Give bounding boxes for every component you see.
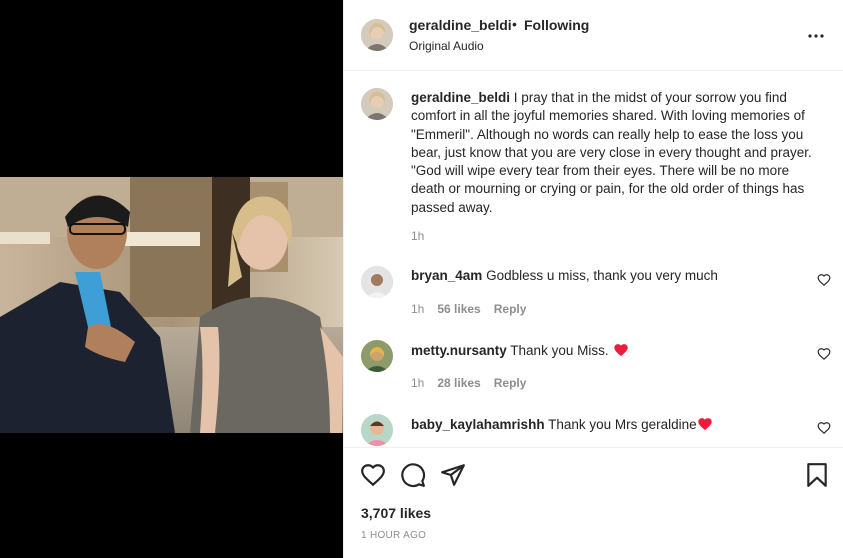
reply-button[interactable]: Reply: [494, 302, 527, 316]
separator-dot: •: [512, 16, 517, 32]
heart-outline-icon[interactable]: [817, 347, 831, 361]
post-details-pane: geraldine_beldi • Following Original Aud…: [343, 0, 843, 558]
comment-text: Godbless u miss, thank you very much: [486, 268, 718, 283]
heart-outline-icon[interactable]: [817, 273, 831, 287]
post-timestamp: 1 HOUR AGO: [361, 530, 427, 541]
post-header: geraldine_beldi • Following Original Aud…: [344, 0, 843, 71]
comment-item: metty.nursanty Thank you Miss. 1h 28 like…: [344, 340, 843, 410]
comment-likes[interactable]: 56 likes: [437, 302, 480, 316]
avatar[interactable]: [361, 266, 393, 298]
red-heart-icon: [613, 342, 629, 360]
audio-link[interactable]: Original Audio: [409, 39, 484, 53]
comment-likes[interactable]: 28 likes: [437, 376, 480, 390]
instagram-post-view: geraldine_beldi • Following Original Aud…: [0, 0, 843, 558]
comment-bubble-icon[interactable]: [400, 462, 426, 488]
heart-outline-icon[interactable]: [817, 421, 831, 435]
heart-outline-icon[interactable]: [360, 462, 386, 488]
comment-text: Thank you Miss.: [510, 343, 609, 358]
more-horizontal-icon[interactable]: [806, 26, 826, 46]
comment-item: bryan_4am Godbless u miss, thank you ver…: [344, 266, 843, 336]
post-photo[interactable]: [0, 177, 343, 433]
comment-text: Thank you Mrs geraldine: [548, 417, 697, 432]
avatar[interactable]: [361, 340, 393, 372]
author-username[interactable]: geraldine_beldi: [409, 17, 512, 33]
comment-username[interactable]: baby_kaylahamrishh: [411, 417, 545, 432]
following-button[interactable]: Following: [524, 17, 589, 33]
likes-count[interactable]: 3,707 likes: [361, 505, 431, 521]
media-pane: [0, 0, 343, 558]
comment-username[interactable]: metty.nursanty: [411, 343, 507, 358]
red-heart-icon: [697, 416, 713, 434]
comment-username[interactable]: bryan_4am: [411, 268, 482, 283]
avatar[interactable]: [361, 414, 393, 446]
comments-section[interactable]: geraldine_beldi I pray that in the midst…: [344, 72, 843, 447]
post-actions: 3,707 likes 1 HOUR AGO: [344, 447, 843, 558]
caption-text: I pray that in the midst of your sorrow …: [411, 90, 812, 215]
bookmark-icon[interactable]: [804, 462, 830, 488]
comment-timestamp: 1h: [411, 376, 425, 390]
caption-timestamp: 1h: [411, 229, 425, 243]
paper-plane-icon[interactable]: [440, 462, 466, 488]
post-caption: geraldine_beldi I pray that in the midst…: [411, 89, 816, 217]
comment-item: baby_kaylahamrishh Thank you Mrs geraldi…: [344, 414, 843, 447]
reply-button[interactable]: Reply: [494, 376, 527, 390]
caption-username[interactable]: geraldine_beldi: [411, 90, 510, 105]
avatar[interactable]: [361, 88, 393, 120]
comment-timestamp: 1h: [411, 302, 425, 316]
avatar[interactable]: [361, 19, 393, 51]
